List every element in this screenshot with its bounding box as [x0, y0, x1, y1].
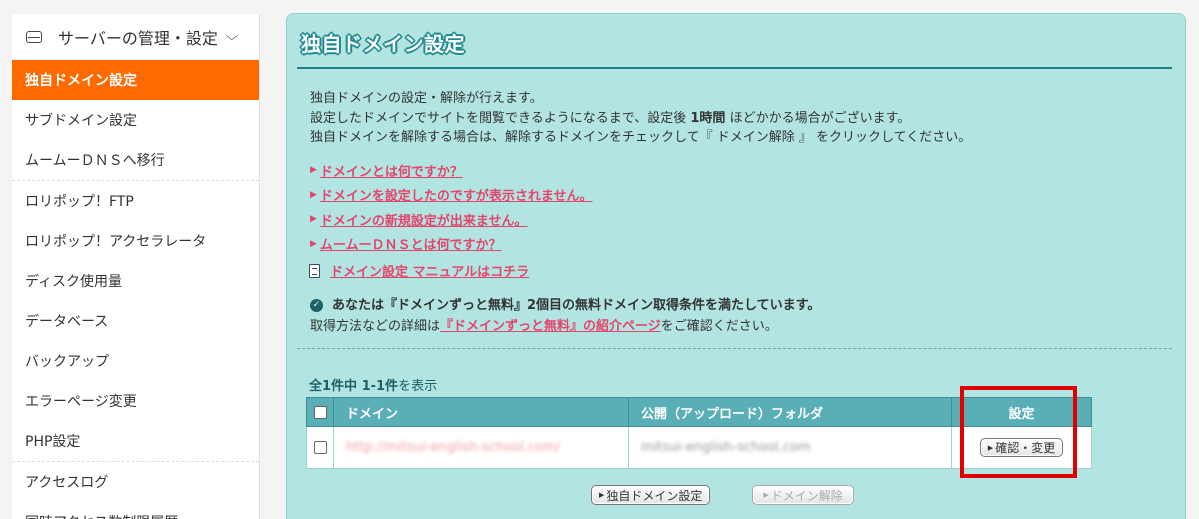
manual-link[interactable]: ドメイン設定 マニュアルはコチラ [330, 261, 529, 280]
check-circle-icon: ✓ [310, 299, 323, 312]
remove-domain-button[interactable]: ▶ ドメイン解除 [752, 485, 854, 505]
set-domain-label: 独自ドメイン設定 [606, 488, 703, 503]
column-header-domain: ドメイン [333, 397, 629, 427]
notice-line-1: ✓ あなたは『ドメインずっと無料』2個目の無料ドメイン取得条件を満たしています。 [310, 295, 820, 316]
sidebar-item-backup[interactable]: バックアップ [12, 341, 259, 381]
select-all-checkbox[interactable] [313, 405, 327, 419]
arrow-right-icon: ▶ [310, 165, 317, 176]
help-link-row: ▶ ドメインとは何ですか？ [310, 158, 593, 183]
title-divider [297, 67, 1172, 69]
sidebar-item-muumuu-dns[interactable]: ムームーＤＮＳへ移行 [12, 140, 259, 180]
sidebar-item-php-settings[interactable]: PHP設定 [12, 421, 259, 461]
help-link-not-displayed[interactable]: ドメインを設定したのですが表示されません。 [320, 185, 593, 204]
domain-cell: http://mitsui-english-school.com/ [333, 426, 629, 469]
document-icon [309, 263, 320, 278]
set-domain-button[interactable]: ▶ 独自ドメイン設定 [591, 485, 711, 505]
folder-name: mitsui-english-school.com [641, 440, 811, 455]
description-line-1: 独自ドメインの設定・解除が行えます。 [310, 91, 543, 106]
sidebar: サーバーの管理・設定 ⌵ 独自ドメイン設定 サブドメイン設定 ムームーＤＮＳへ移… [12, 14, 260, 519]
sidebar-item-disk-usage[interactable]: ディスク使用量 [12, 261, 259, 301]
chevron-down-icon: ⌵ [225, 29, 239, 44]
free-domain-intro-link[interactable]: 『ドメインずっと無料』の紹介ページ [440, 319, 661, 334]
description-duration: 1時間 [690, 110, 726, 126]
sidebar-item-ftp[interactable]: ロリポップ！FTP [12, 181, 259, 221]
manual-link-row: ドメイン設定 マニュアルはコチラ [309, 261, 529, 280]
section-divider [297, 348, 1172, 349]
help-link-row: ▶ ドメインの新規設定が出来ません。 [310, 207, 593, 232]
help-link-row: ▶ ムームーＤＮＳとは何ですか？ [310, 232, 593, 257]
server-icon [26, 30, 42, 43]
help-links: ▶ ドメインとは何ですか？ ▶ ドメインを設定したのですが表示されません。 ▶ … [310, 158, 593, 256]
notice-line-2-text: 取得方法などの詳細は [310, 319, 441, 334]
sidebar-section-server-settings[interactable]: サーバーの管理・設定 ⌵ [12, 14, 259, 60]
help-link-what-is-muumuu-dns[interactable]: ムームーＤＮＳとは何ですか？ [320, 234, 502, 253]
description-line-2-tail: ほどかかる場合がございます。 [729, 110, 911, 126]
result-count-range: 全1件中 1-1件 [309, 379, 399, 394]
help-link-what-is-domain[interactable]: ドメインとは何ですか？ [320, 161, 463, 180]
domain-url[interactable]: http://mitsui-english-school.com/ [346, 440, 560, 455]
folder-cell: mitsui-english-school.com [628, 426, 952, 469]
result-count: 全1件中 1-1件を表示 [309, 375, 437, 394]
sidebar-item-custom-domain[interactable]: 独自ドメイン設定 [12, 60, 259, 100]
sidebar-item-error-page[interactable]: エラーページ変更 [12, 381, 259, 421]
remove-domain-label: ドメイン解除 [770, 488, 843, 503]
row-checkbox[interactable] [313, 441, 327, 454]
highlight-annotation-box [960, 386, 1077, 478]
help-link-row: ▶ ドメインを設定したのですが表示されません。 [310, 183, 593, 208]
sidebar-section-label: サーバーの管理・設定 [58, 28, 218, 48]
sidebar-item-access-limit-history[interactable]: 同時アクセス数制限履歴 [12, 502, 259, 519]
help-link-cannot-register[interactable]: ドメインの新規設定が出来ません。 [320, 210, 528, 229]
description: 独自ドメインの設定・解除が行えます。 設定したドメインでサイトを閲覧できるように… [310, 89, 971, 148]
description-line-3: 独自ドメインを解除する場合は、解除するドメインをチェックして『 ドメイン解除 』… [310, 130, 972, 145]
row-checkbox-cell [306, 426, 334, 469]
sidebar-item-subdomain[interactable]: サブドメイン設定 [12, 100, 259, 140]
arrow-right-icon: ▶ [310, 214, 317, 225]
free-domain-notice: ✓ あなたは『ドメインずっと無料』2個目の無料ドメイン取得条件を満たしています。… [310, 295, 820, 337]
sidebar-item-accelerator[interactable]: ロリポップ！アクセラレータ [12, 221, 259, 261]
notice-line-2-tail: をご確認ください。 [660, 319, 778, 334]
description-line-2: 設定したドメインでサイトを閲覧できるようになるまで、設定後 1時間 ほどかかる場… [310, 109, 971, 129]
sidebar-item-database[interactable]: データベース [12, 301, 259, 341]
select-all-cell [306, 397, 334, 427]
description-line-2-text: 設定したドメインでサイトを閲覧できるようになるまで、設定後 [310, 110, 687, 126]
arrow-right-icon: ▶ [310, 189, 317, 200]
notice-line-2: 取得方法などの詳細は『ドメインずっと無料』の紹介ページをご確認ください。 [310, 316, 820, 337]
page-title: 独自ドメイン設定 [301, 32, 465, 56]
notice-text: あなたは『ドメインずっと無料』2個目の無料ドメイン取得条件を満たしています。 [332, 298, 821, 313]
arrow-right-icon: ▶ [310, 238, 317, 249]
play-icon: ▶ [763, 491, 769, 499]
play-icon: ▶ [599, 491, 605, 499]
result-count-suffix: を表示 [398, 379, 438, 394]
column-header-folder: 公開（アップロード）フォルダ [628, 397, 952, 427]
sidebar-item-access-log[interactable]: アクセスログ [12, 462, 259, 502]
action-buttons: ▶ 独自ドメイン設定 ▶ ドメイン解除 [591, 485, 854, 505]
